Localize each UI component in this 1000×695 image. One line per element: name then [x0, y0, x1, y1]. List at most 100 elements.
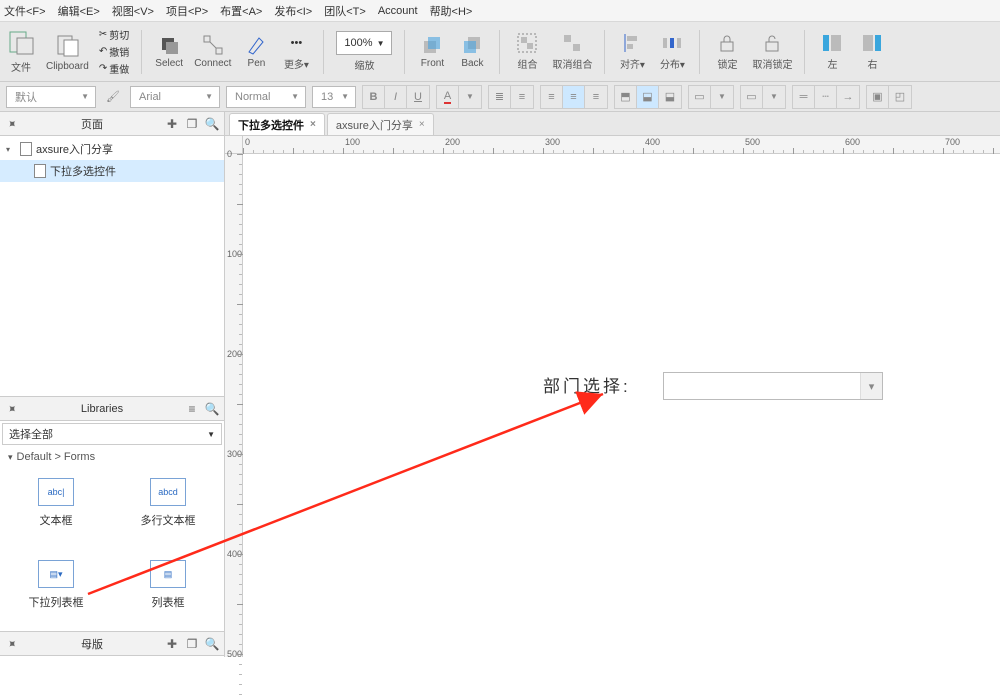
- search-icon[interactable]: 🔍: [204, 636, 220, 652]
- menu-help[interactable]: 帮助<H>: [430, 3, 473, 19]
- menu-publish[interactable]: 发布<I>: [274, 3, 312, 19]
- pin-icon[interactable]: ✦: [1, 632, 24, 655]
- line-style-button[interactable]: ┄: [815, 86, 837, 108]
- redo-button[interactable]: ↷ 重做: [99, 61, 129, 76]
- align-icon: [621, 32, 643, 54]
- ungroup-icon: [561, 32, 583, 54]
- connect-group[interactable]: Connect: [194, 34, 231, 69]
- widget-droplist[interactable]: ▤▾ 下拉列表框: [0, 549, 112, 621]
- select-icon: [158, 34, 180, 56]
- select-group[interactable]: Select: [154, 34, 184, 69]
- dropdown-widget[interactable]: ▾: [663, 372, 883, 400]
- widget-listbox[interactable]: ▤ 列表框: [112, 549, 224, 621]
- library-grid: abc| 文本框 abcd 多行文本框 ▤▾ 下拉列表框 ▤ 列表框: [0, 467, 224, 631]
- ruler-horizontal: 0100200300400500600700: [243, 136, 1000, 154]
- halign-right[interactable]: ≡: [585, 86, 607, 108]
- lib-menu-icon[interactable]: ≡: [184, 401, 200, 417]
- lock-button[interactable]: 锁定: [712, 32, 742, 71]
- unlock-button[interactable]: 取消锁定: [752, 32, 792, 71]
- align-button[interactable]: 对齐▾: [617, 32, 647, 71]
- tree-child-selected[interactable]: 下拉多选控件: [0, 160, 224, 182]
- font-combo[interactable]: Arial▼: [130, 86, 220, 108]
- fill-button[interactable]: ▭: [689, 86, 711, 108]
- menu-project[interactable]: 项目<P>: [166, 3, 208, 19]
- underline-button[interactable]: U: [407, 86, 429, 108]
- valign-top[interactable]: ⬒: [615, 86, 637, 108]
- corner-button[interactable]: ◰: [889, 86, 911, 108]
- arrow-style-button[interactable]: →: [837, 86, 859, 108]
- search-icon[interactable]: 🔍: [204, 116, 220, 132]
- connect-icon: [202, 34, 224, 56]
- line-color-button[interactable]: ▭: [741, 86, 763, 108]
- more-group[interactable]: ••• 更多▾: [281, 32, 311, 71]
- library-filter-combo[interactable]: 选择全部▼: [2, 423, 222, 445]
- align-left-button[interactable]: 左: [817, 32, 847, 71]
- front-group[interactable]: Front: [417, 34, 447, 69]
- font-color-caret[interactable]: ▼: [459, 86, 481, 108]
- file-group[interactable]: 文件: [6, 29, 36, 74]
- font-color-button[interactable]: A: [437, 86, 459, 108]
- add-page-icon[interactable]: ❐: [184, 116, 200, 132]
- valign-middle[interactable]: ⬓: [637, 86, 659, 108]
- libraries-panel: ✦ Libraries ≡ 🔍 选择全部▼ ▾Default > Forms a…: [0, 396, 224, 631]
- line-width-button[interactable]: ═: [793, 86, 815, 108]
- menu-team[interactable]: 团队<T>: [324, 3, 366, 19]
- add-folder-icon[interactable]: ✚: [164, 636, 180, 652]
- back-icon: [461, 34, 483, 56]
- widget-textarea[interactable]: abcd 多行文本框: [112, 467, 224, 539]
- ungroup-button[interactable]: 取消组合: [552, 32, 592, 71]
- pin-icon[interactable]: ✦: [1, 397, 24, 420]
- cut-button[interactable]: ✂ 剪切: [99, 27, 129, 42]
- menu-account[interactable]: Account: [378, 5, 418, 17]
- canvas-area: 下拉多选控件× axsure入门分享× 01002003004005006007…: [225, 112, 1000, 657]
- tab-active[interactable]: 下拉多选控件×: [229, 113, 325, 135]
- line-color-caret[interactable]: ▼: [763, 86, 785, 108]
- design-canvas[interactable]: 部门选择: ▾: [243, 154, 1000, 657]
- menu-file[interactable]: 文件<F>: [4, 3, 46, 19]
- pen-group[interactable]: Pen: [241, 34, 271, 69]
- add-folder-icon[interactable]: ✚: [164, 116, 180, 132]
- add-master-icon[interactable]: ❐: [184, 636, 200, 652]
- menu-bar: 文件<F> 编辑<E> 视图<V> 项目<P> 布置<A> 发布<I> 团队<T…: [0, 0, 1000, 22]
- tree-expand-icon[interactable]: ▾: [6, 145, 16, 154]
- bold-button[interactable]: B: [363, 86, 385, 108]
- widget-textfield[interactable]: abc| 文本框: [0, 467, 112, 539]
- clipboard-group[interactable]: Clipboard: [46, 31, 89, 72]
- library-breadcrumb[interactable]: ▾Default > Forms: [0, 447, 224, 467]
- menu-edit[interactable]: 编辑<E>: [58, 3, 100, 19]
- menu-arrange[interactable]: 布置<A>: [220, 3, 262, 19]
- undo-button[interactable]: ↶ 撤销: [99, 44, 129, 59]
- halign-center[interactable]: ≡: [563, 86, 585, 108]
- back-group[interactable]: Back: [457, 34, 487, 69]
- align-right-button[interactable]: 右: [857, 32, 887, 71]
- halign-left[interactable]: ≡: [541, 86, 563, 108]
- close-icon[interactable]: ×: [419, 119, 425, 130]
- paint-format-icon[interactable]: 🖌: [102, 86, 124, 108]
- font-size-combo[interactable]: 13▼: [312, 86, 356, 108]
- distribute-button[interactable]: 分布▾: [657, 32, 687, 71]
- search-icon[interactable]: 🔍: [204, 401, 220, 417]
- file-label: 文件: [11, 59, 31, 74]
- pages-title: 页面: [24, 116, 160, 132]
- menu-view[interactable]: 视图<V>: [112, 3, 154, 19]
- padding-button[interactable]: ▣: [867, 86, 889, 108]
- pin-icon[interactable]: ✦: [1, 112, 24, 135]
- valign-bottom[interactable]: ⬓: [659, 86, 681, 108]
- tree-root[interactable]: ▾ axsure入门分享: [0, 138, 224, 160]
- tab-inactive[interactable]: axsure入门分享×: [327, 113, 434, 135]
- style-combo[interactable]: 默认▼: [6, 86, 96, 108]
- bullets-button[interactable]: ≣: [489, 86, 511, 108]
- close-icon[interactable]: ×: [310, 119, 316, 130]
- pages-tree: ▾ axsure入门分享 下拉多选控件: [0, 136, 224, 396]
- group-button[interactable]: 组合: [512, 32, 542, 71]
- page-tabs: 下拉多选控件× axsure入门分享×: [225, 112, 1000, 136]
- fill-caret[interactable]: ▼: [711, 86, 733, 108]
- page-icon: [20, 142, 32, 156]
- italic-button[interactable]: I: [385, 86, 407, 108]
- libraries-title: Libraries: [24, 403, 180, 415]
- paste-icon: [53, 31, 81, 59]
- font-weight-combo[interactable]: Normal▼: [226, 86, 306, 108]
- line-spacing-button[interactable]: ≡: [511, 86, 533, 108]
- chevron-down-icon[interactable]: ▾: [860, 373, 882, 399]
- zoom-combo[interactable]: 100%▼: [336, 31, 392, 55]
